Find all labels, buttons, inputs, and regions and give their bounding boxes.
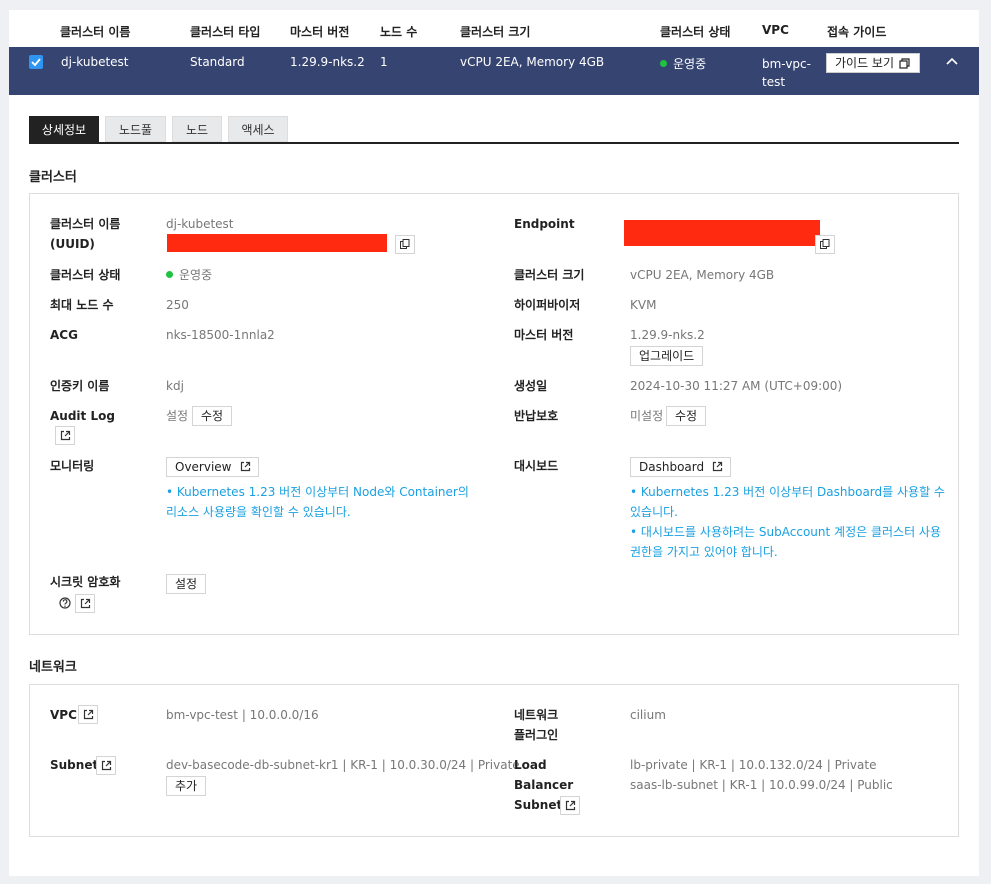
external-link-icon: [101, 760, 112, 771]
copy-window-icon: [899, 58, 910, 69]
value-master-version: 1.29.9-nks.2: [630, 328, 705, 342]
overview-button[interactable]: Overview: [166, 457, 259, 477]
check-icon: [31, 58, 41, 67]
label-subnet: Subnet: [50, 758, 99, 772]
col-header-master-version: 마스터 버전: [290, 25, 350, 39]
col-header-status: 클러스터 상태: [660, 25, 731, 39]
section-title-network: 네트워크: [29, 660, 77, 675]
status-dot-icon: [660, 60, 667, 67]
value-return-protection: 미설정: [630, 409, 664, 423]
label-max-nodes: 최대 노드 수: [50, 298, 114, 312]
value-subnet: dev-basecode-db-subnet-kr1 | KR-1 | 10.0…: [166, 758, 520, 772]
help-circle-icon[interactable]: [59, 597, 71, 609]
return-protection-edit-button[interactable]: 수정: [666, 406, 707, 426]
col-header-node-count: 노드 수: [380, 25, 418, 39]
redacted-uuid: [167, 234, 387, 252]
table-header: 클러스터 이름 클러스터 타입 마스터 버전 노드 수 클러스터 크기 클러스터…: [9, 10, 979, 47]
row-cluster-name[interactable]: dj-kubetest: [61, 55, 129, 69]
col-header-vpc: VPC: [762, 23, 789, 37]
value-audit-log: 설정: [166, 409, 189, 423]
external-link-icon: [240, 461, 250, 472]
subnet-add-button[interactable]: 추가: [166, 776, 207, 796]
monitoring-note: • Kubernetes 1.23 버전 이상부터 Node와 Containe…: [166, 485, 469, 519]
col-header-guide: 접속 가이드: [827, 25, 887, 39]
cluster-panel: 클러스터 이름 클러스터 타입 마스터 버전 노드 수 클러스터 크기 클러스터…: [9, 10, 979, 876]
copy-endpoint-button[interactable]: [815, 235, 835, 254]
copy-uuid-button[interactable]: [395, 235, 415, 254]
label-endpoint: Endpoint: [514, 217, 575, 231]
label-auth-key: 인증키 이름: [50, 379, 110, 393]
audit-log-external-link-button[interactable]: [55, 426, 75, 445]
label-created-date: 생성일: [514, 379, 548, 393]
network-info-box: VPC bm-vpc-test | 10.0.0.0/16 Subnet dev…: [29, 684, 959, 837]
row-master-version: 1.29.9-nks.2: [290, 55, 365, 69]
row-cluster-type: Standard: [190, 55, 245, 69]
detail-tabs: 상세정보 노드풀 노드 액세스: [29, 116, 959, 144]
value-vpc: bm-vpc-test | 10.0.0.0/16: [166, 708, 319, 722]
audit-log-edit-button[interactable]: 수정: [192, 406, 233, 426]
dashboard-note: • Kubernetes 1.23 버전 이상부터 Dashboard를 사용할…: [630, 485, 945, 559]
tab-nodes[interactable]: 노드: [172, 116, 222, 142]
label-audit-log: Audit Log: [50, 409, 115, 423]
value-max-nodes: 250: [166, 298, 189, 312]
dashboard-button[interactable]: Dashboard: [630, 457, 732, 477]
copy-icon: [400, 239, 410, 249]
value-cluster-size: vCPU 2EA, Memory 4GB: [630, 268, 775, 282]
label-monitoring: 모니터링: [50, 459, 95, 473]
row-node-count: 1: [380, 55, 388, 69]
tab-nodepool[interactable]: 노드풀: [105, 116, 166, 142]
label-cluster-status: 클러스터 상태: [50, 268, 121, 282]
label-secret-encryption: 시크릿 암호화: [50, 575, 121, 589]
secret-setting-button[interactable]: 설정: [166, 574, 207, 594]
tab-access[interactable]: 액세스: [228, 116, 288, 142]
col-header-size: 클러스터 크기: [460, 25, 531, 39]
col-header-name: 클러스터 이름: [60, 25, 131, 39]
upgrade-button[interactable]: 업그레이드: [630, 346, 704, 366]
value-acg: nks-18500-1nnla2: [166, 328, 275, 342]
cluster-info-box: 클러스터 이름 (UUID) dj-kubetest 클러스터 상태 운영중 최대…: [29, 193, 959, 635]
label-network-plugin: 네트워크 플러그인: [514, 708, 559, 742]
label-cluster-size: 클러스터 크기: [514, 268, 585, 282]
subnet-external-link-button[interactable]: [96, 756, 116, 775]
row-checkbox[interactable]: [29, 55, 43, 69]
external-link-icon: [80, 598, 91, 609]
label-cluster-name: 클러스터 이름 (UUID): [50, 217, 121, 251]
tab-details[interactable]: 상세정보: [29, 116, 99, 142]
secret-external-link-button[interactable]: [75, 594, 95, 613]
value-auth-key: kdj: [166, 379, 184, 393]
copy-icon: [820, 239, 830, 249]
value-cluster-status: 운영중: [166, 265, 212, 285]
label-master-version: 마스터 버전: [514, 328, 574, 342]
label-hypervisor: 하이퍼바이저: [514, 298, 581, 312]
value-network-plugin: cilium: [630, 708, 666, 722]
external-link-icon: [565, 800, 576, 811]
table-row[interactable]: dj-kubetest Standard 1.29.9-nks.2 1 vCPU…: [9, 47, 979, 95]
col-header-type: 클러스터 타입: [190, 25, 261, 39]
external-link-icon: [60, 430, 71, 441]
external-link-icon: [83, 709, 94, 720]
section-title-cluster: 클러스터: [29, 170, 77, 185]
label-acg: ACG: [50, 328, 78, 342]
guide-view-button[interactable]: 가이드 보기: [826, 53, 920, 73]
label-return-protection: 반납보호: [514, 409, 559, 423]
value-created-date: 2024-10-30 11:27 AM (UTC+09:00): [630, 379, 843, 393]
lb-subnet-external-link-button[interactable]: [560, 796, 580, 815]
vpc-external-link-button[interactable]: [78, 705, 98, 724]
value-cluster-name: dj-kubetest: [166, 217, 234, 231]
redacted-endpoint: [624, 220, 820, 246]
value-hypervisor: KVM: [630, 298, 657, 312]
row-status: 운영중: [660, 55, 706, 72]
external-link-icon: [713, 461, 723, 472]
label-dashboard: 대시보드: [514, 459, 559, 473]
chevron-up-icon[interactable]: [945, 56, 959, 66]
value-lb-subnet-1: lb-private | KR-1 | 10.0.132.0/24 | Priv…: [630, 758, 877, 772]
row-cluster-size: vCPU 2EA, Memory 4GB: [460, 55, 605, 69]
label-vpc: VPC: [50, 708, 77, 722]
value-lb-subnet-2: saas-lb-subnet | KR-1 | 10.0.99.0/24 | P…: [630, 778, 893, 792]
row-vpc: bm-vpc-test: [762, 57, 811, 89]
status-dot-icon: [166, 271, 173, 278]
